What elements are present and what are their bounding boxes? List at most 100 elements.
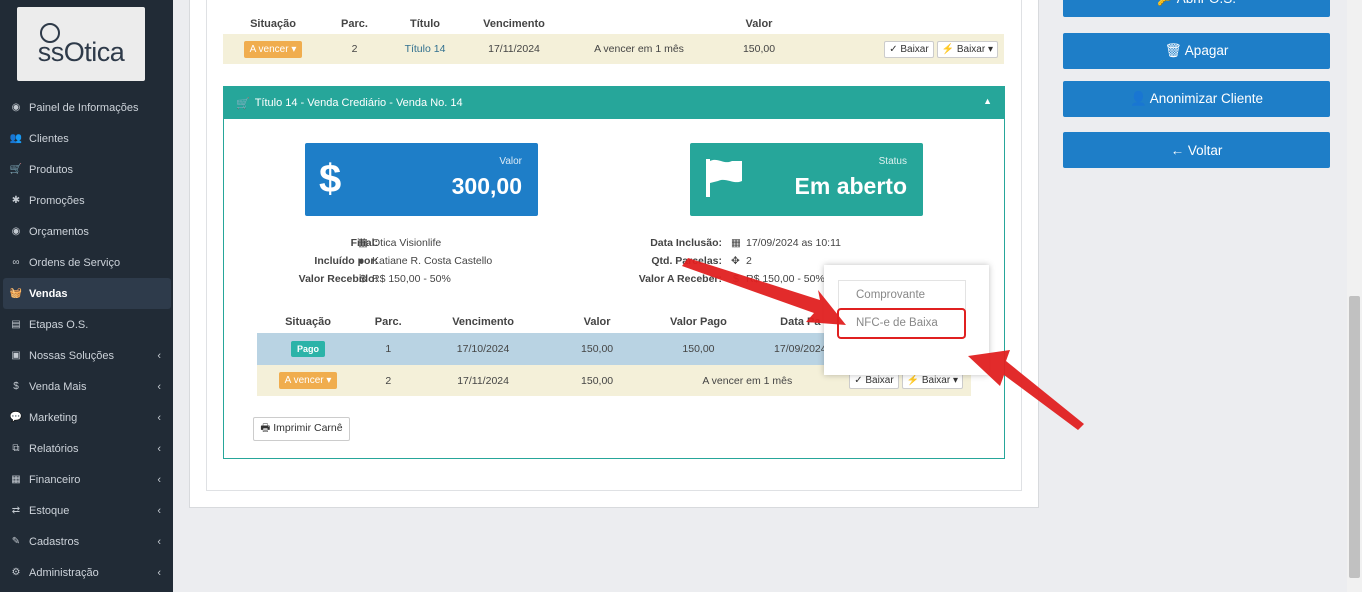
parc-cell: 1 [359, 333, 418, 365]
sidebar-item-vendas[interactable]: 🧺 Vendas [3, 278, 171, 309]
sidebar-item-orcamentos[interactable]: ◉ Orçamentos [0, 216, 173, 247]
sidebar-item-ordens-servico[interactable]: ∞ Ordens de Serviço [0, 247, 173, 278]
info-value: R$ 150,00 - 50% [746, 273, 825, 285]
descricao-cell: A vencer em 1 mês [564, 34, 714, 64]
info-valor-recebido: Valor Recebido: $ R$ 150,00 - 50% [230, 270, 630, 288]
col-header-blank [564, 14, 714, 34]
sidebar-item-venda-mais[interactable]: $ Venda Mais ‹ [0, 371, 173, 402]
calculator-icon: ◉ [11, 226, 21, 237]
sidebar-item-clientes[interactable]: 👥 Clientes [0, 123, 173, 154]
sidebar-item-estoque[interactable]: ⇄ Estoque ‹ [0, 495, 173, 526]
dashboard-icon: ◉ [11, 102, 21, 113]
sidebar-item-cadastros[interactable]: ✎ Cadastros ‹ [0, 526, 173, 557]
info-filial: Filial: ▦ Otica Visionlife [230, 234, 630, 252]
ssotica-logo[interactable]: ssOtica [17, 7, 145, 81]
col-header-valor-pago: Valor Pago [670, 315, 727, 328]
baixar-button[interactable]: ✓ Baixar [884, 40, 934, 58]
building-icon: ▦ [358, 237, 368, 249]
sidebar-item-label: Ordens de Serviço [29, 256, 121, 269]
col-header-parc: Parc. [341, 18, 368, 30]
panel-header[interactable]: 🛒 Título 14 - Venda Crediário - Venda No… [224, 87, 1004, 119]
sidebar-item-relatorios[interactable]: ⧉ Relatórios ‹ [0, 433, 173, 464]
menu-item-comprovante[interactable]: Comprovante [839, 281, 965, 309]
chevron-left-icon: ‹ [157, 442, 161, 455]
scrollbar-thumb[interactable] [1349, 296, 1360, 578]
installments-table-top: Situação Parc. Título Vencimento Valor A… [223, 14, 1004, 64]
info-value: Otica Visionlife [372, 237, 442, 249]
sidebar-item-label: Financeiro [29, 473, 81, 486]
glasses-icon: ∞ [12, 257, 20, 268]
sidebar-item-nossas-solucoes[interactable]: ▣ Nossas Soluções ‹ [0, 340, 173, 371]
parc-cell: 2 [323, 34, 386, 64]
table-row: A vencer ▾ 2 Título 14 17/11/2024 A venc… [223, 34, 1004, 64]
info-incluido-por: Incluído por: ● Katiane R. Costa Castell… [230, 252, 630, 270]
flag-icon [706, 159, 742, 197]
puzzle-icon: ✥ [731, 255, 740, 267]
exchange-icon: ⇄ [11, 505, 21, 516]
apagar-button[interactable]: 🗑 Apagar [1063, 33, 1330, 69]
sidebar-item-produtos[interactable]: 🛒 Produtos [0, 154, 173, 185]
user-icon: ● [358, 255, 365, 267]
collapse-caret-icon[interactable]: ▲ [983, 96, 992, 106]
sidebar-item-promocoes[interactable]: ✱ Promoções [0, 185, 173, 216]
copy-icon: ⧉ [12, 443, 20, 454]
sidebar-item-painel[interactable]: ◉ Painel de Informações [0, 92, 173, 123]
sidebar-item-label: Produtos [29, 163, 74, 176]
sidebar-item-marketing[interactable]: 💬 Marketing ‹ [0, 402, 173, 433]
print-carne-button[interactable]: 🖶 Imprimir Carnê [253, 417, 350, 441]
col-header-valor: Valor [745, 18, 773, 30]
anonimizar-cliente-button[interactable]: 👤 Anonimizar Cliente [1063, 81, 1330, 117]
info-data-inclusao: Data Inclusão: ▦ 17/09/2024 as 10:11 [600, 234, 900, 252]
col-header-vencimento: Vencimento [452, 315, 514, 328]
info-value: R$ 150,00 - 50% [372, 273, 451, 285]
sidebar-item-label: Promoções [29, 194, 85, 207]
info-label: Data Inclusão: [650, 237, 722, 249]
col-header-titulo: Título [410, 18, 440, 30]
edit-icon: ✎ [11, 536, 21, 547]
valor-pago-cell: 150,00 [645, 333, 752, 365]
sidebar-item-administracao[interactable]: ⚙ Administração ‹ [0, 557, 173, 588]
cart-icon: 🛒 [9, 164, 23, 175]
titulo-link[interactable]: Título 14 [405, 43, 446, 55]
dollar-icon: $ [319, 157, 342, 201]
status-dropdown-a-vencer[interactable]: A vencer ▾ [243, 40, 303, 58]
sidebar-item-label: Relatórios [29, 442, 79, 455]
valor-card-value: 300,00 [451, 173, 522, 199]
parc-cell: 2 [359, 365, 418, 396]
status-dropdown-a-vencer[interactable]: A vencer ▾ [278, 372, 338, 389]
info-value: 2 [746, 255, 752, 267]
valor-card: $ Valor 300,00 [305, 143, 538, 216]
valor-card-label: Valor [499, 156, 522, 167]
col-header-valor: Valor [583, 315, 611, 328]
asterisk-icon: ✱ [11, 195, 21, 206]
col-header-actions [804, 14, 1004, 34]
sidebar-item-label: Cadastros [29, 535, 80, 548]
info-value: Katiane R. Costa Castello [372, 255, 493, 267]
sidebar: ssOtica ◉ Painel de Informações 👥 Clientes… [0, 0, 173, 592]
chevron-left-icon: ‹ [157, 349, 161, 362]
sidebar-item-label: Marketing [29, 411, 78, 424]
info-label: Valor A Receber: [638, 273, 722, 285]
valor-cell: 150,00 [548, 333, 646, 365]
col-header-situacao: Situação [285, 315, 331, 328]
chevron-left-icon: ‹ [157, 566, 161, 579]
sidebar-item-financeiro[interactable]: ▦ Financeiro ‹ [0, 464, 173, 495]
page-scrollbar[interactable] [1347, 0, 1362, 592]
valor-cell: 150,00 [548, 365, 646, 396]
logo-text: ssOtica [37, 36, 125, 67]
abrir-os-button[interactable]: 🔑 Abrir O.S. [1063, 0, 1330, 17]
col-header-vencimento: Vencimento [483, 18, 545, 30]
col-header-parc: Parc. [374, 315, 402, 328]
sidebar-nav: ◉ Painel de Informações 👥 Clientes 🛒 Produt… [0, 92, 173, 588]
baixar-dropdown-button[interactable]: ⚡ Baixar ▾ [936, 40, 998, 58]
sidebar-item-label: Etapas O.S. [29, 318, 89, 331]
voltar-button[interactable]: ← Voltar [1063, 132, 1330, 168]
basket-icon: 🧺 [9, 288, 23, 299]
panel-title: Título 14 - Venda Crediário - Venda No. … [254, 97, 463, 109]
sidebar-item-etapas-os[interactable]: ▤ Etapas O.S. [0, 309, 173, 340]
sidebar-item-label: Nossas Soluções [29, 349, 114, 362]
sidebar-item-label: Venda Mais [29, 380, 87, 393]
sidebar-item-label: Vendas [29, 287, 68, 300]
status-card-label: Status [878, 156, 907, 167]
vencimento-cell: 17/10/2024 [417, 333, 549, 365]
